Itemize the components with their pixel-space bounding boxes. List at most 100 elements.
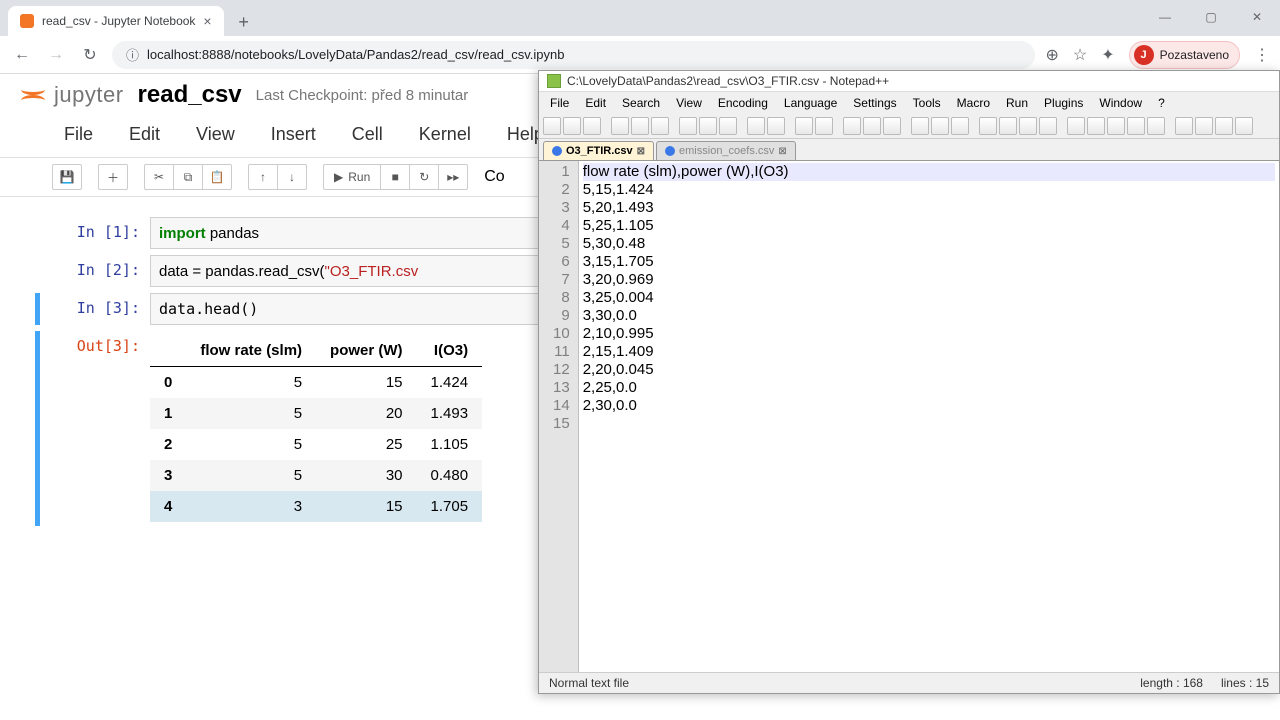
npp-menu-view[interactable]: View: [669, 94, 709, 112]
url-text: localhost:8888/notebooks/LovelyData/Pand…: [147, 47, 564, 62]
status-length: length : 168: [1140, 676, 1203, 690]
npp-menu-plugins[interactable]: Plugins: [1037, 94, 1090, 112]
site-info-icon[interactable]: ⓘ: [126, 45, 139, 64]
move-up-button[interactable]: ↑: [248, 164, 278, 190]
npp-tool-button[interactable]: [767, 117, 785, 135]
npp-menu-file[interactable]: File: [543, 94, 576, 112]
npp-menu-settings[interactable]: Settings: [846, 94, 903, 112]
new-tab-button[interactable]: +: [230, 8, 258, 36]
notebook-title[interactable]: read_csv: [138, 81, 242, 109]
menu-edit[interactable]: Edit: [129, 124, 160, 145]
npp-menu-window[interactable]: Window: [1092, 94, 1149, 112]
line-gutter: 123456789101112131415: [539, 161, 579, 672]
browser-tab[interactable]: read_csv - Jupyter Notebook ×: [8, 6, 224, 36]
extensions-icon[interactable]: ✦: [1101, 45, 1114, 65]
menu-insert[interactable]: Insert: [271, 124, 316, 145]
npp-tool-button[interactable]: [999, 117, 1017, 135]
npp-tool-button[interactable]: [631, 117, 649, 135]
npp-menu-macro[interactable]: Macro: [950, 94, 997, 112]
notepadpp-window[interactable]: C:\LovelyData\Pandas2\read_csv\O3_FTIR.c…: [538, 70, 1280, 694]
npp-tool-button[interactable]: [1107, 117, 1125, 135]
maximize-button[interactable]: ▢: [1188, 0, 1234, 34]
npp-tool-button[interactable]: [911, 117, 929, 135]
reload-button[interactable]: ↻: [78, 43, 102, 67]
npp-tool-button[interactable]: [979, 117, 997, 135]
npp-tool-button[interactable]: [611, 117, 629, 135]
tab-close-icon[interactable]: ⊠: [778, 146, 786, 157]
table-row: 15201.493: [150, 398, 482, 429]
npp-tool-button[interactable]: [583, 117, 601, 135]
npp-tab[interactable]: O3_FTIR.csv⊠: [543, 141, 654, 160]
save-button[interactable]: 💾: [52, 164, 82, 190]
npp-tool-button[interactable]: [1175, 117, 1193, 135]
move-down-button[interactable]: ↓: [277, 164, 307, 190]
copy-button[interactable]: ⧉: [173, 164, 203, 190]
minimize-button[interactable]: —: [1142, 0, 1188, 34]
npp-tool-button[interactable]: [951, 117, 969, 135]
cut-button[interactable]: ✂: [144, 164, 174, 190]
bookmark-icon[interactable]: ☆: [1073, 45, 1087, 65]
npp-tool-button[interactable]: [1067, 117, 1085, 135]
npp-menu-tools[interactable]: Tools: [906, 94, 948, 112]
npp-tool-button[interactable]: [883, 117, 901, 135]
menu-view[interactable]: View: [196, 124, 235, 145]
npp-editor[interactable]: 123456789101112131415 flow rate (slm),po…: [539, 160, 1279, 672]
npp-menu-edit[interactable]: Edit: [578, 94, 613, 112]
interrupt-button[interactable]: ■: [380, 164, 410, 190]
table-row: 05151.424: [150, 367, 482, 399]
paste-button[interactable]: 📋: [202, 164, 232, 190]
zoom-icon[interactable]: ⊕: [1045, 45, 1058, 65]
add-cell-button[interactable]: ＋: [98, 164, 128, 190]
editor-body[interactable]: flow rate (slm),power (W),I(O3)5,15,1.42…: [579, 161, 1279, 672]
npp-statusbar: Normal text file length : 168 lines : 15: [539, 672, 1279, 693]
npp-tool-button[interactable]: [795, 117, 813, 135]
npp-menubar: FileEditSearchViewEncodingLanguageSettin…: [539, 92, 1279, 114]
menu-kernel[interactable]: Kernel: [419, 124, 471, 145]
menu-file[interactable]: File: [64, 124, 93, 145]
npp-tool-button[interactable]: [679, 117, 697, 135]
npp-tab[interactable]: emission_coefs.csv⊠: [656, 141, 796, 160]
npp-tool-button[interactable]: [1127, 117, 1145, 135]
jupyter-wordmark: jupyter: [54, 82, 124, 108]
menu-icon[interactable]: ⋮: [1254, 45, 1270, 65]
profile-label: Pozastaveno: [1160, 48, 1229, 62]
jupyter-logo[interactable]: jupyter: [18, 80, 124, 110]
back-button[interactable]: ←: [10, 43, 34, 67]
npp-titlebar[interactable]: C:\LovelyData\Pandas2\read_csv\O3_FTIR.c…: [539, 71, 1279, 92]
npp-tool-button[interactable]: [1147, 117, 1165, 135]
npp-menu-language[interactable]: Language: [777, 94, 844, 112]
npp-tool-button[interactable]: [843, 117, 861, 135]
tab-close-icon[interactable]: ⊠: [637, 146, 645, 157]
npp-menu-encoding[interactable]: Encoding: [711, 94, 775, 112]
npp-tool-button[interactable]: [651, 117, 669, 135]
npp-tool-button[interactable]: [719, 117, 737, 135]
close-button[interactable]: ✕: [1234, 0, 1280, 34]
npp-tool-button[interactable]: [815, 117, 833, 135]
npp-tool-button[interactable]: [543, 117, 561, 135]
npp-tool-button[interactable]: [747, 117, 765, 135]
tab-close-icon[interactable]: ×: [203, 13, 211, 29]
npp-menu-search[interactable]: Search: [615, 94, 667, 112]
npp-menu-run[interactable]: Run: [999, 94, 1035, 112]
npp-tool-button[interactable]: [1235, 117, 1253, 135]
run-button[interactable]: ▶ Run: [323, 164, 381, 190]
profile-button[interactable]: J Pozastaveno: [1129, 41, 1240, 69]
npp-tool-button[interactable]: [563, 117, 581, 135]
npp-tool-button[interactable]: [1195, 117, 1213, 135]
npp-tool-button[interactable]: [699, 117, 717, 135]
npp-app-icon: [547, 74, 561, 88]
npp-tool-button[interactable]: [863, 117, 881, 135]
npp-tool-button[interactable]: [1087, 117, 1105, 135]
npp-menu-?[interactable]: ?: [1151, 94, 1172, 112]
restart-run-button[interactable]: ▸▸: [438, 164, 468, 190]
checkpoint-label: Last Checkpoint: před 8 minutar: [256, 87, 469, 104]
restart-button[interactable]: ↻: [409, 164, 439, 190]
forward-button[interactable]: →: [44, 43, 68, 67]
npp-tool-button[interactable]: [1019, 117, 1037, 135]
npp-tool-button[interactable]: [1215, 117, 1233, 135]
menu-cell[interactable]: Cell: [352, 124, 383, 145]
npp-tool-button[interactable]: [931, 117, 949, 135]
celltype-select[interactable]: Co: [484, 168, 504, 186]
npp-tool-button[interactable]: [1039, 117, 1057, 135]
address-bar[interactable]: ⓘ localhost:8888/notebooks/LovelyData/Pa…: [112, 41, 1035, 69]
